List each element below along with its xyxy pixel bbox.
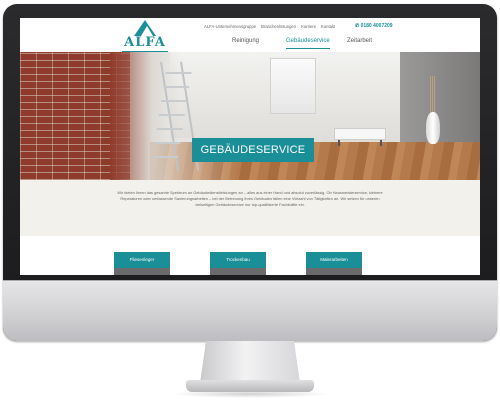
topnav-item-unternehmensgruppe[interactable]: ALFA-Unternehmensgruppe — [204, 24, 256, 29]
phone-number: 0180 4007209 — [360, 23, 393, 29]
service-card-image — [306, 268, 362, 275]
website-screen: ALFA ALFA-Unternehmensgruppe Branchenlös… — [20, 18, 480, 275]
phone-icon: ✆ — [355, 23, 360, 29]
service-card-fliesenleger[interactable]: Fliesenleger — [114, 252, 170, 268]
hero-room-side-wall — [400, 52, 480, 148]
hero-vase-stems — [430, 76, 436, 114]
phone-link[interactable]: ✆ 0180 4007209 — [355, 23, 393, 29]
hero-cabinet — [334, 128, 386, 140]
topnav-item-karriere[interactable]: Karriere — [301, 24, 316, 29]
mainnav-item-zeitarbeit[interactable]: Zeitarbeit — [347, 38, 372, 44]
hero-banner: GEBÄUDESERVICE — [20, 52, 480, 180]
hero-cabinet-leg — [380, 140, 382, 146]
hero-title: GEBÄUDESERVICE — [192, 138, 314, 162]
mainnav-item-gebaeudeservice[interactable]: Gebäudeservice — [286, 38, 330, 44]
hero-vase — [426, 112, 440, 144]
service-card-image — [114, 268, 170, 275]
monitor-stand-neck — [200, 341, 300, 383]
intro-text: Wir bieten Ihnen das gesamte Spektrum an… — [117, 190, 383, 207]
monitor-chin — [3, 280, 497, 341]
intro-section: Wir bieten Ihnen das gesamte Spektrum an… — [20, 180, 480, 236]
top-navigation: ALFA-Unternehmensgruppe Branchenlösungen… — [204, 24, 335, 29]
hero-cabinet-leg — [338, 140, 340, 146]
topnav-item-kontakt[interactable]: Kontakt — [321, 24, 335, 29]
mainnav-item-reinigung[interactable]: Reinigung — [232, 38, 259, 44]
topnav-item-branchenloesungen[interactable]: Branchenlösungen — [261, 24, 296, 29]
hero-window — [270, 58, 316, 114]
service-card-malerarbeiten[interactable]: Malerarbeiten — [306, 252, 362, 268]
service-card-trockenbau[interactable]: Trockenbau — [210, 252, 266, 268]
main-navigation: Reinigung Gebäudeservice Zeitarbeit — [20, 38, 480, 50]
service-card-image — [210, 268, 266, 275]
active-tab-underline — [286, 48, 330, 49]
monitor-stand-base — [186, 380, 314, 392]
